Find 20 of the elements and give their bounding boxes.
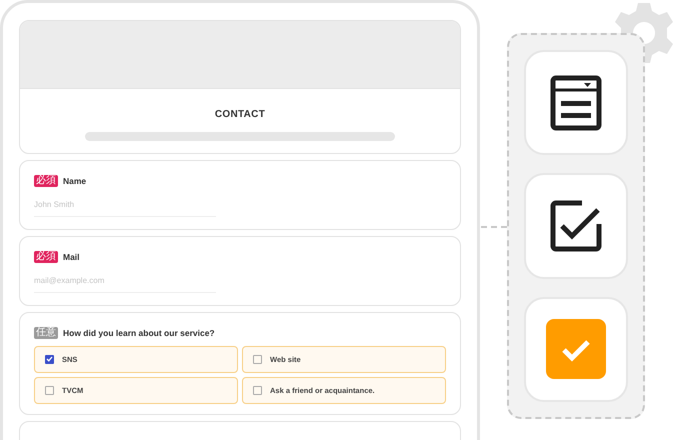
input-field[interactable]: John Smith <box>34 192 216 217</box>
input-field[interactable]: mail@example.com <box>34 268 216 293</box>
checkbox[interactable] <box>45 386 54 395</box>
checkbox-icon <box>550 200 602 252</box>
form-title: CONTACT <box>214 108 266 122</box>
field-label: How did you learn about our service? <box>63 327 215 340</box>
checked-box-icon <box>546 319 606 380</box>
tool-tile[interactable] <box>524 296 628 402</box>
required-badge: 必須 <box>34 175 58 188</box>
optional-badge: 任意 <box>34 327 58 340</box>
tool-tile[interactable] <box>524 173 628 279</box>
gear-icon <box>614 2 674 64</box>
tool-tile[interactable] <box>524 50 628 156</box>
form-icon <box>550 74 602 131</box>
field-label: Name <box>63 175 86 188</box>
checkbox[interactable] <box>45 354 54 364</box>
checkbox[interactable] <box>253 386 262 395</box>
field-label: Mail <box>63 251 80 264</box>
checkbox[interactable] <box>253 354 262 364</box>
required-badge: 必須 <box>34 251 58 264</box>
